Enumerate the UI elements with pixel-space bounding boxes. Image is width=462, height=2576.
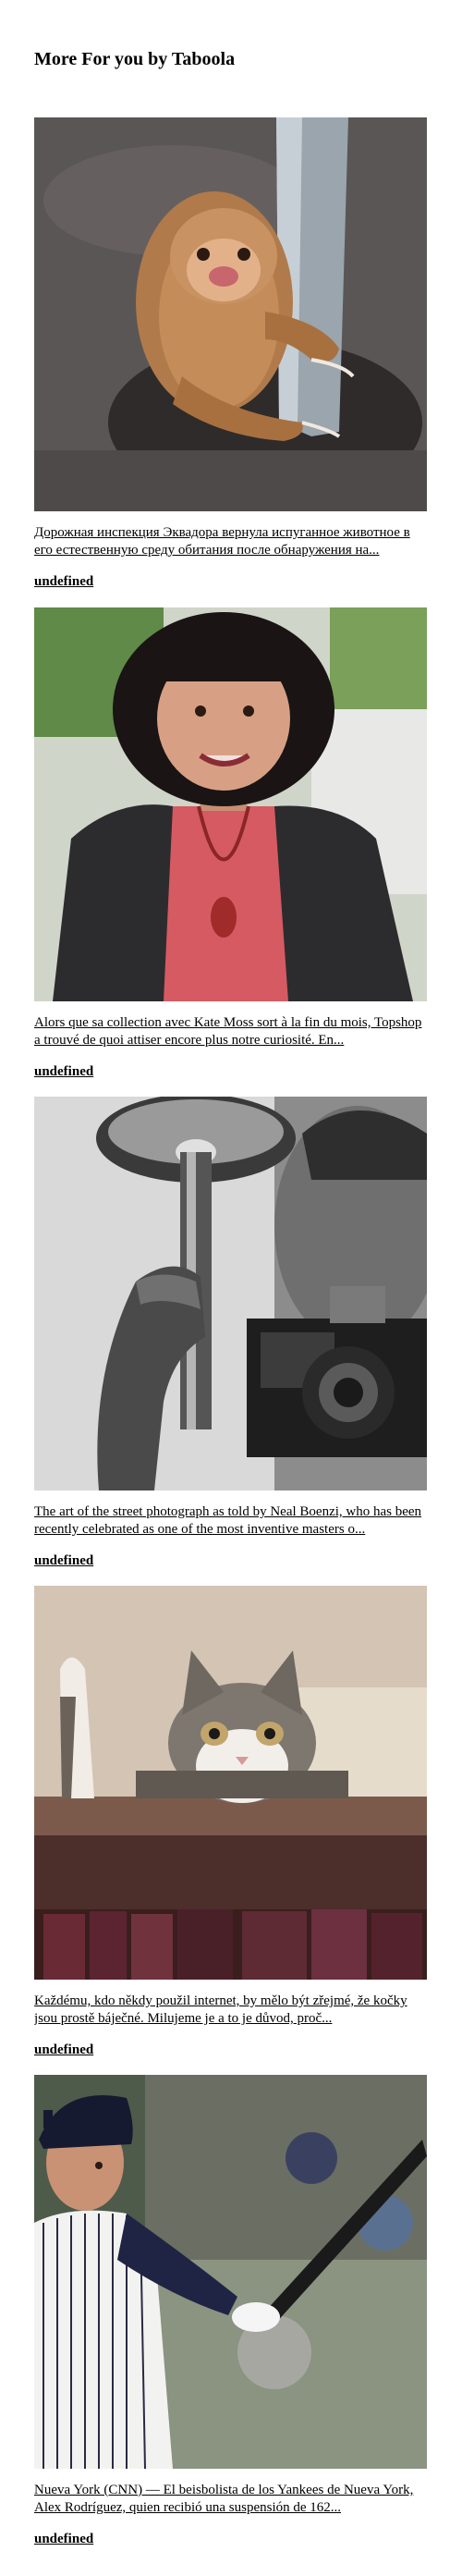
item-branding[interactable]: undefined — [34, 1063, 427, 1080]
thumbnail-baseball-player-image[interactable] — [34, 2075, 427, 2469]
thumbnail-woman-image[interactable] — [34, 607, 427, 1001]
item-caption[interactable]: Každému, kdo někdy použil internet, by m… — [34, 1993, 427, 2028]
item-branding[interactable]: undefined — [34, 573, 427, 590]
taboola-widget: More For you by Taboola Дорожная инспекц… — [0, 0, 462, 2576]
item-branding[interactable]: undefined — [34, 1552, 427, 1569]
recommendation-item[interactable]: Nueva York (CNN) — El beisbolista de los… — [34, 2075, 427, 2547]
thumbnail-cat-image[interactable] — [34, 1586, 427, 1980]
recommendation-item[interactable]: Alors que sa collection avec Kate Moss s… — [34, 607, 427, 1080]
item-caption[interactable]: The art of the street photograph as told… — [34, 1503, 427, 1539]
recommendation-item[interactable]: The art of the street photograph as told… — [34, 1097, 427, 1569]
thumbnail-sloth-image[interactable] — [34, 117, 427, 511]
item-branding[interactable]: undefined — [34, 2042, 427, 2058]
item-caption[interactable]: Nueva York (CNN) — El beisbolista de los… — [34, 2482, 427, 2517]
item-branding[interactable]: undefined — [34, 2531, 427, 2547]
item-caption[interactable]: Alors que sa collection avec Kate Moss s… — [34, 1014, 427, 1049]
thumbnail-photographer-image[interactable] — [34, 1097, 427, 1490]
recommendation-item[interactable]: Дорожная инспекция Эквадора вернула испу… — [34, 117, 427, 590]
item-caption[interactable]: Дорожная инспекция Эквадора вернула испу… — [34, 524, 427, 559]
recommendation-item[interactable]: Každému, kdo někdy použil internet, by m… — [34, 1586, 427, 2058]
widget-title: More For you by Taboola — [34, 49, 236, 69]
